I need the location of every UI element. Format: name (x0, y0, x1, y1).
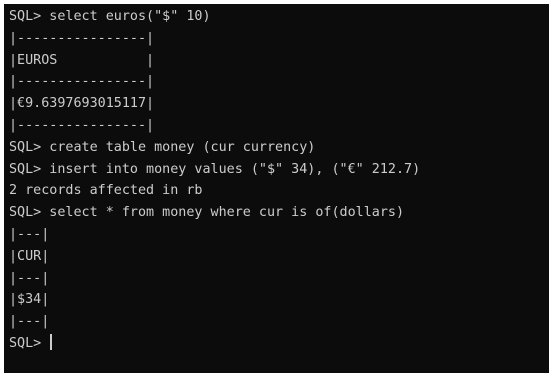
terminal-line: SQL> select euros("$" 10) (9, 9, 211, 24)
terminal-window[interactable]: SQL> select euros("$" 10) |-------------… (4, 4, 549, 373)
terminal-line: SQL> insert into money values ("$" 34), … (9, 161, 421, 177)
table-row-line: |$34| (9, 292, 50, 308)
terminal-output-line: 2 records affected in rb (9, 183, 203, 199)
table-border-line: |---| (9, 314, 50, 330)
terminal-line: SQL> select * from money where cur is of… (9, 205, 405, 221)
prompt-line[interactable]: SQL> (9, 333, 549, 355)
table-row-line: |€9.6397693015117| (9, 96, 155, 112)
table-border-line: |----------------| (9, 117, 155, 133)
table-border-line: |----------------| (9, 74, 155, 90)
table-border-line: |---| (9, 270, 50, 286)
terminal-line: SQL> create table money (cur currency) (9, 139, 316, 155)
prompt-text: SQL> (9, 335, 50, 351)
table-border-line: |----------------| (9, 30, 155, 46)
table-border-line: |---| (9, 226, 50, 242)
table-header-line: |CUR| (9, 248, 50, 264)
text-cursor (50, 333, 53, 350)
table-header-line: |EUROS | (9, 52, 155, 68)
